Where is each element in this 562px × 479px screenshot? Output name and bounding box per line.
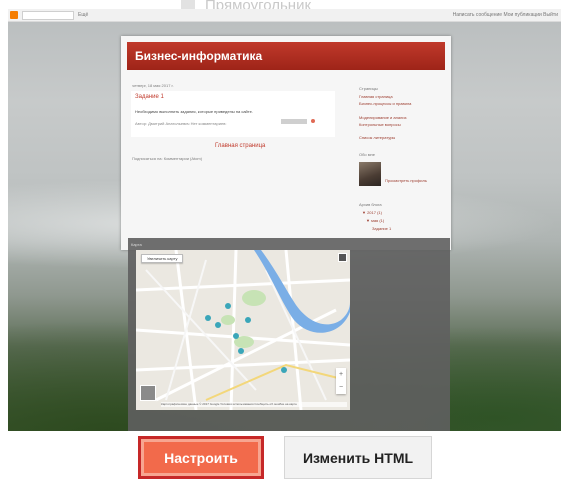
view-larger-map-button[interactable]: Увеличить карту bbox=[141, 254, 184, 263]
map-attribution: Картографические данные © 2017 Google Ус… bbox=[161, 402, 347, 407]
share-buttons[interactable] bbox=[281, 119, 307, 124]
post-title[interactable]: Задание 1 bbox=[135, 94, 164, 100]
sidebar-page-link[interactable]: Бизнес-процессы и правила bbox=[359, 101, 411, 106]
edit-html-button[interactable]: Изменить HTML bbox=[284, 436, 432, 479]
post-card: Задание 1 Необходимо выполнить задания, … bbox=[131, 91, 335, 137]
satellite-toggle-icon[interactable] bbox=[140, 385, 156, 401]
profile-link[interactable]: Просмотреть профиль bbox=[385, 178, 427, 183]
zoom-control: + − bbox=[336, 368, 346, 394]
zoom-in-button[interactable]: + bbox=[336, 368, 346, 381]
customize-button[interactable]: Настроить bbox=[138, 436, 264, 479]
navbar-more-link[interactable]: Ещё bbox=[78, 12, 88, 18]
sidebar-archive-heading: Архив блога bbox=[359, 202, 382, 207]
author-avatar[interactable] bbox=[359, 162, 381, 186]
blogger-logo-icon[interactable] bbox=[10, 11, 18, 19]
post-date: четверг, 18 мая 2017 г. bbox=[132, 83, 174, 88]
archive-year[interactable]: ▼ 2017 (1) bbox=[362, 210, 382, 215]
map-tiles bbox=[136, 250, 350, 410]
archive-post[interactable]: Задание 1 bbox=[372, 226, 391, 231]
archive-month[interactable]: ▼ мая (1) bbox=[366, 218, 384, 223]
sidebar-page-link[interactable]: Моделирование и анализ bbox=[359, 115, 406, 120]
zoom-out-button[interactable]: − bbox=[336, 381, 346, 394]
blog-header: Бизнес-информатика bbox=[127, 42, 445, 70]
post-meta: Автор: Дмитрий Анатольевич Нет комментар… bbox=[135, 121, 227, 126]
sidebar-pages-heading: Страницы bbox=[359, 86, 378, 91]
subscribe-link[interactable]: Подписаться на: Комментарии (Atom) bbox=[132, 156, 202, 161]
sidebar-page-link[interactable]: Список литературы bbox=[359, 135, 395, 140]
share-icon[interactable] bbox=[311, 119, 315, 123]
home-link[interactable]: Главная страница bbox=[215, 143, 265, 149]
post-body: Необходимо выполнить задания, которые пр… bbox=[135, 109, 253, 114]
blog-content: Бизнес-информатика четверг, 18 мая 2017 … bbox=[121, 36, 451, 250]
map-gadget: Карта Увеличить карту + − Картографическ… bbox=[128, 238, 450, 431]
google-map[interactable]: Увеличить карту + − Картографические дан… bbox=[136, 250, 350, 410]
navbar-search-input[interactable] bbox=[22, 11, 74, 20]
sidebar-page-link[interactable]: Контрольные вопросы bbox=[359, 122, 401, 127]
map-section-label: Карта bbox=[131, 242, 142, 247]
sidebar-page-link[interactable]: Главная страница bbox=[359, 94, 393, 99]
navbar-right-links[interactable]: Написать сообщение Мои публикации Выйти bbox=[453, 12, 558, 18]
fullscreen-icon[interactable] bbox=[338, 253, 347, 262]
theme-preview: Ещё Написать сообщение Мои публикации Вы… bbox=[8, 9, 561, 431]
blogger-navbar: Ещё Написать сообщение Мои публикации Вы… bbox=[8, 9, 561, 22]
blog-title[interactable]: Бизнес-информатика bbox=[135, 49, 262, 63]
sidebar-about-heading: Обо мне bbox=[359, 152, 375, 157]
